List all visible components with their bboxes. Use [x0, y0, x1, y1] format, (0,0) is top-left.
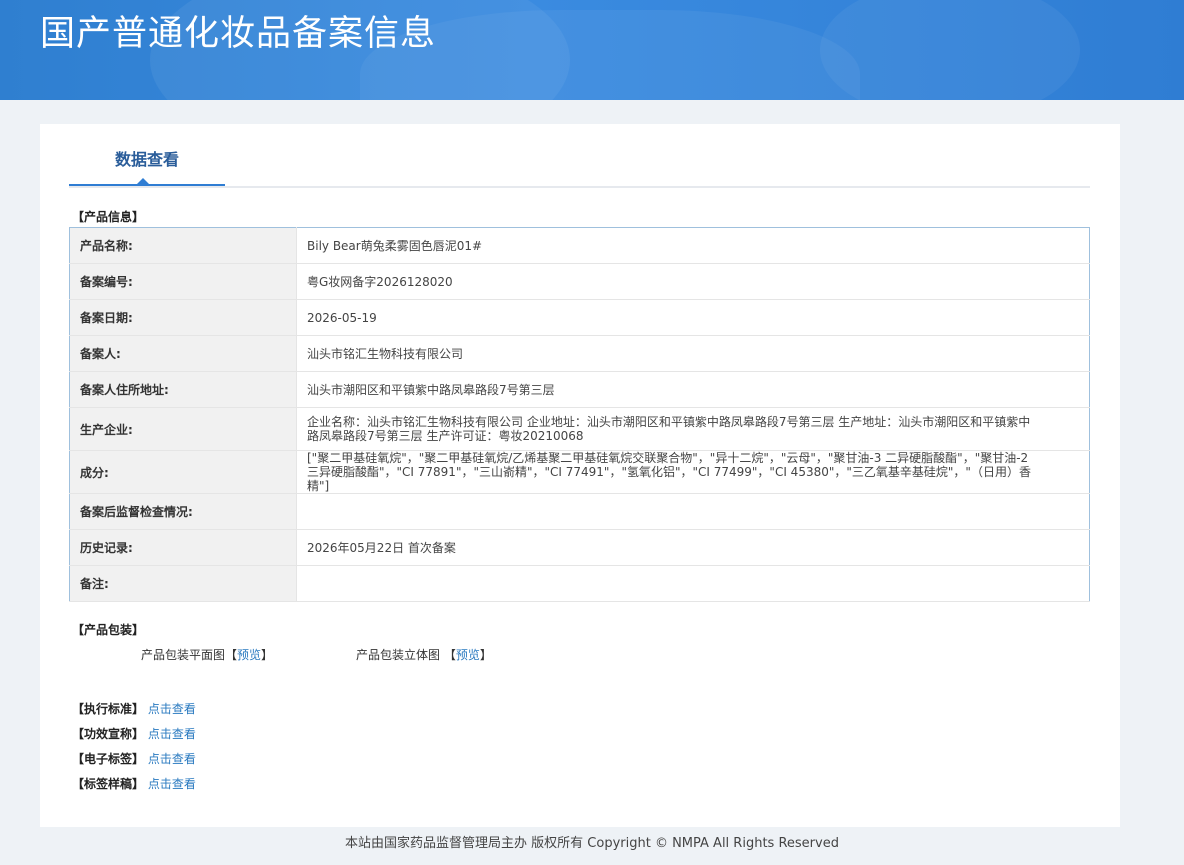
row-value: 2026-05-19 [296, 299, 1090, 336]
table-row: 备案日期: 2026-05-19 [69, 299, 1090, 336]
row-label: 备案人住所地址: [69, 371, 297, 408]
row-label: 历史记录: [69, 529, 297, 566]
packaging-section-title: 【产品包装】 [72, 623, 145, 637]
efficacy-claim-label: 【功效宣称】 [72, 727, 145, 741]
row-value: 粤G妆网备字2026128020 [296, 263, 1090, 300]
product-info-section-title: 【产品信息】 [72, 210, 145, 224]
row-value: 汕头市潮阳区和平镇紫中路凤皋路段7号第三层 [296, 371, 1090, 408]
row-label: 产品名称: [69, 227, 297, 264]
label-draft-label: 【标签样稿】 [72, 777, 145, 791]
tab-active-indicator [137, 178, 149, 184]
row-label: 备案日期: [69, 299, 297, 336]
page-title: 国产普通化妆品备案信息 [40, 14, 437, 54]
tab-data-view[interactable]: 数据查看 [69, 124, 225, 186]
row-value: ["聚二甲基硅氧烷"，"聚二甲基硅氧烷/乙烯基聚二甲基硅氧烷交联聚合物"，"异十… [296, 450, 1090, 494]
table-row: 备案人: 汕头市铭汇生物科技有限公司 [69, 335, 1090, 372]
label-draft-link[interactable]: 点击查看 [148, 777, 196, 791]
row-value [296, 565, 1090, 602]
row-value [296, 493, 1090, 530]
electronic-label-link[interactable]: 点击查看 [148, 752, 196, 766]
row-value: 企业名称：汕头市铭汇生物科技有限公司 企业地址：汕头市潮阳区和平镇紫中路凤皋路段… [296, 407, 1090, 451]
product-info-table: 产品名称: Bily Bear萌兔柔雾固色唇泥01# 备案编号: 粤G妆网备字2… [69, 227, 1090, 602]
tab-label: 数据查看 [114, 150, 179, 169]
header-decoration [820, 0, 1080, 100]
label-draft-row: 【标签样稿】 点击查看 [72, 775, 196, 792]
row-label: 备案人: [69, 335, 297, 372]
row-value: 汕头市铭汇生物科技有限公司 [296, 335, 1090, 372]
packaging-flat-preview-link[interactable]: 预览 [237, 648, 261, 662]
table-row: 备案编号: 粤G妆网备字2026128020 [69, 263, 1090, 300]
row-value: 2026年05月22日 首次备案 [296, 529, 1090, 566]
table-row: 产品名称: Bily Bear萌兔柔雾固色唇泥01# [69, 227, 1090, 264]
row-label: 成分: [69, 450, 297, 494]
packaging-solid-label: 产品包装立体图 [356, 648, 441, 662]
row-label: 备注: [69, 565, 297, 602]
row-value: Bily Bear萌兔柔雾固色唇泥01# [296, 227, 1090, 264]
row-label: 备案后监督检查情况: [69, 493, 297, 530]
tab-bar: 数据查看 [69, 124, 1090, 188]
execution-standard-link[interactable]: 点击查看 [148, 702, 196, 716]
packaging-flat-label: 产品包装平面图 [141, 648, 226, 662]
execution-standard-label: 【执行标准】 [72, 702, 145, 716]
content-card: 数据查看 【产品信息】 产品名称: Bily Bear萌兔柔雾固色唇泥01# 备… [40, 124, 1120, 827]
electronic-label-label: 【电子标签】 [72, 752, 145, 766]
table-row: 备案人住所地址: 汕头市潮阳区和平镇紫中路凤皋路段7号第三层 [69, 371, 1090, 408]
row-label: 备案编号: [69, 263, 297, 300]
packaging-flat: 产品包装平面图【预览】 [141, 648, 274, 662]
table-row: 备案后监督检查情况: [69, 493, 1090, 530]
table-row: 成分: ["聚二甲基硅氧烷"，"聚二甲基硅氧烷/乙烯基聚二甲基硅氧烷交联聚合物"… [69, 450, 1090, 494]
row-label: 生产企业: [69, 407, 297, 451]
table-row: 备注: [69, 565, 1090, 602]
efficacy-claim-link[interactable]: 点击查看 [148, 727, 196, 741]
page-footer: 本站由国家药品监督管理局主办 版权所有 Copyright © NMPA All… [345, 836, 839, 851]
execution-standard-row: 【执行标准】 点击查看 [72, 700, 196, 717]
page-header: 国产普通化妆品备案信息 [0, 0, 1184, 100]
table-row: 历史记录: 2026年05月22日 首次备案 [69, 529, 1090, 566]
packaging-solid: 产品包装立体图 【预览】 [356, 648, 492, 662]
electronic-label-row: 【电子标签】 点击查看 [72, 750, 196, 767]
table-row: 生产企业: 企业名称：汕头市铭汇生物科技有限公司 企业地址：汕头市潮阳区和平镇紫… [69, 407, 1090, 451]
packaging-solid-preview-link[interactable]: 预览 [456, 648, 480, 662]
efficacy-claim-row: 【功效宣称】 点击查看 [72, 725, 196, 742]
